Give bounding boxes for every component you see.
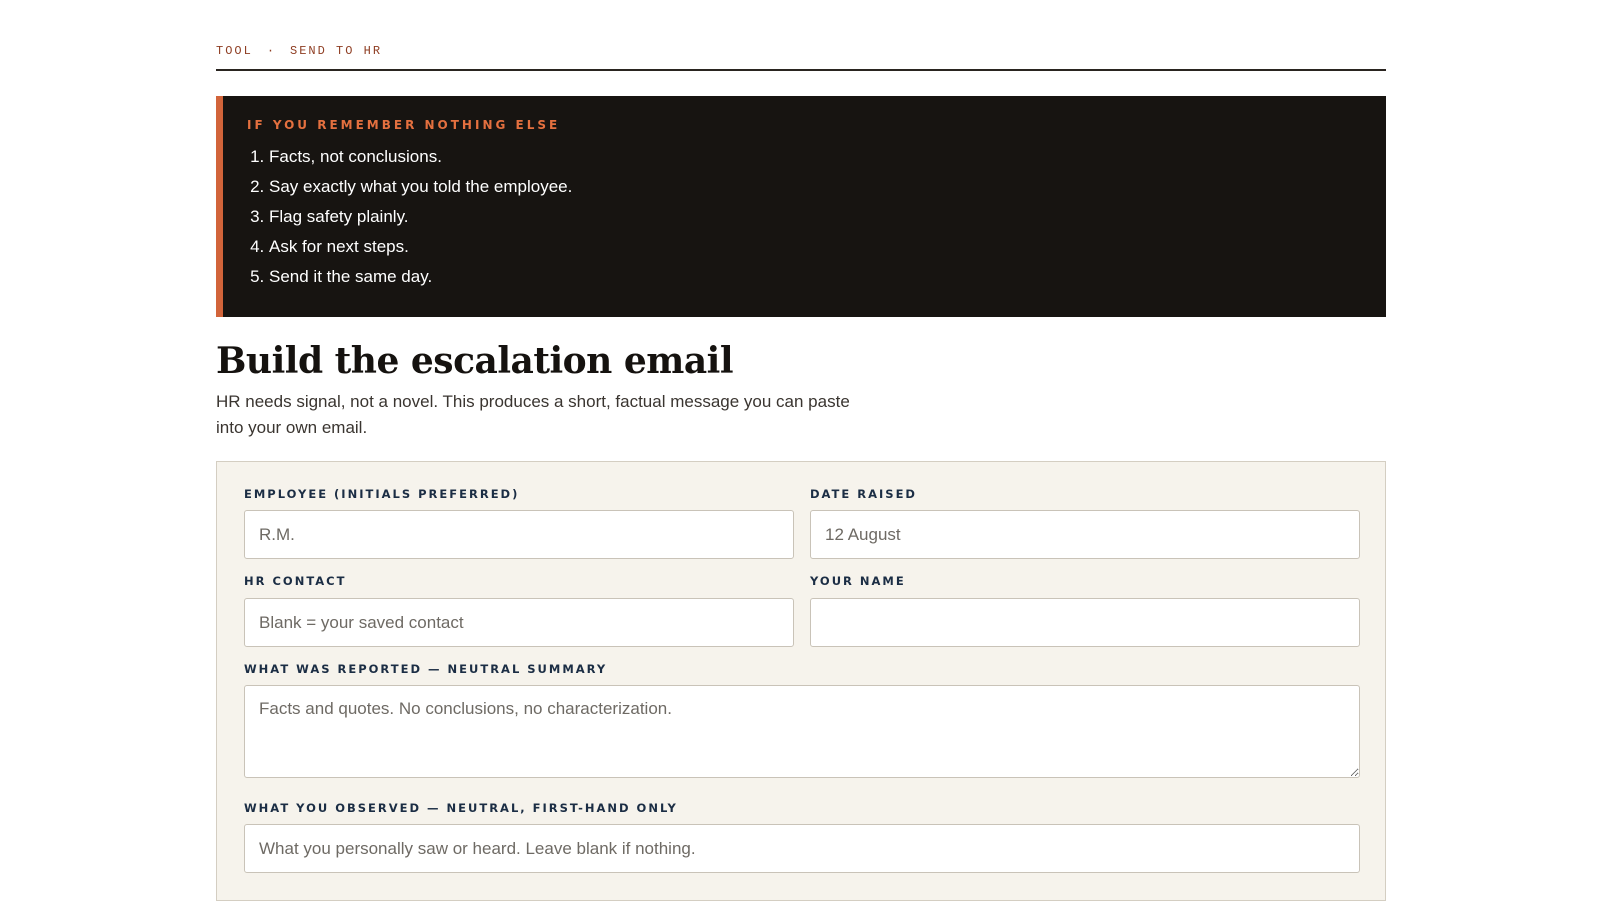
escalation-form: EMPLOYEE (INITIALS PREFERRED) DATE RAISE… <box>216 461 1386 901</box>
hr-contact-input[interactable] <box>244 598 794 647</box>
observed-label: WHAT YOU OBSERVED — NEUTRAL, FIRST-HAND … <box>244 801 678 815</box>
key-point: Say exactly what you told the employee. <box>269 176 572 206</box>
key-point: Flag safety plainly. <box>269 206 572 236</box>
page-description: HR needs signal, not a novel. This produ… <box>216 392 850 437</box>
key-point: Send it the same day. <box>269 266 572 296</box>
key-points-list: Facts, not conclusions. Say exactly what… <box>247 146 572 296</box>
page-title: Build the escalation email <box>216 340 734 382</box>
employee-input[interactable] <box>244 510 794 559</box>
your-name-label: YOUR NAME <box>810 574 906 588</box>
breadcrumb-separator: · <box>266 44 277 58</box>
your-name-input[interactable] <box>810 598 1360 647</box>
reported-textarea[interactable] <box>244 685 1360 778</box>
date-raised-input[interactable] <box>810 510 1360 559</box>
date-raised-label: DATE RAISED <box>810 487 917 501</box>
breadcrumb: TOOL · SEND TO HR <box>216 44 382 58</box>
observed-input[interactable] <box>244 824 1360 873</box>
key-point: Facts, not conclusions. <box>269 146 572 176</box>
key-point: Ask for next steps. <box>269 236 572 266</box>
employee-label: EMPLOYEE (INITIALS PREFERRED) <box>244 487 520 501</box>
callout-heading: IF YOU REMEMBER NOTHING ELSE <box>247 118 561 132</box>
hr-contact-label: HR CONTACT <box>244 574 347 588</box>
key-points-callout: IF YOU REMEMBER NOTHING ELSE Facts, not … <box>216 96 1386 317</box>
header-divider <box>216 69 1386 71</box>
breadcrumb-current: SEND TO HR <box>290 44 383 58</box>
breadcrumb-section[interactable]: TOOL <box>216 44 253 58</box>
reported-label: WHAT WAS REPORTED — NEUTRAL SUMMARY <box>244 662 608 676</box>
